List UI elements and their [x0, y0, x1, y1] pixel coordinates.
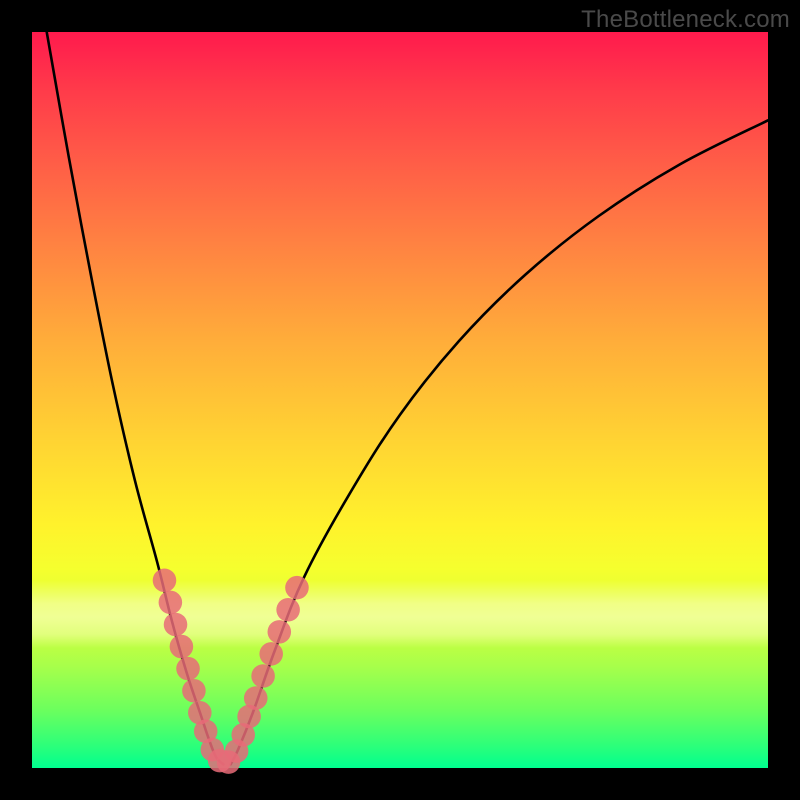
- data-dot: [170, 635, 194, 659]
- dot-cluster: [153, 569, 309, 774]
- data-dot: [285, 576, 309, 600]
- plot-area: [32, 32, 768, 768]
- chart-svg: [32, 32, 768, 768]
- curve-left: [47, 32, 224, 764]
- data-dot: [276, 598, 300, 622]
- watermark-text: TheBottleneck.com: [581, 6, 790, 34]
- chart-frame: TheBottleneck.com: [0, 0, 800, 800]
- data-dot: [176, 657, 200, 681]
- data-dot: [268, 620, 292, 644]
- data-dot: [259, 642, 283, 666]
- data-dot: [251, 664, 275, 688]
- curve-right: [231, 120, 768, 764]
- data-dot: [182, 679, 206, 703]
- data-dot: [159, 591, 183, 615]
- data-dot: [244, 686, 268, 710]
- data-dot: [153, 569, 177, 593]
- data-dot: [164, 613, 188, 637]
